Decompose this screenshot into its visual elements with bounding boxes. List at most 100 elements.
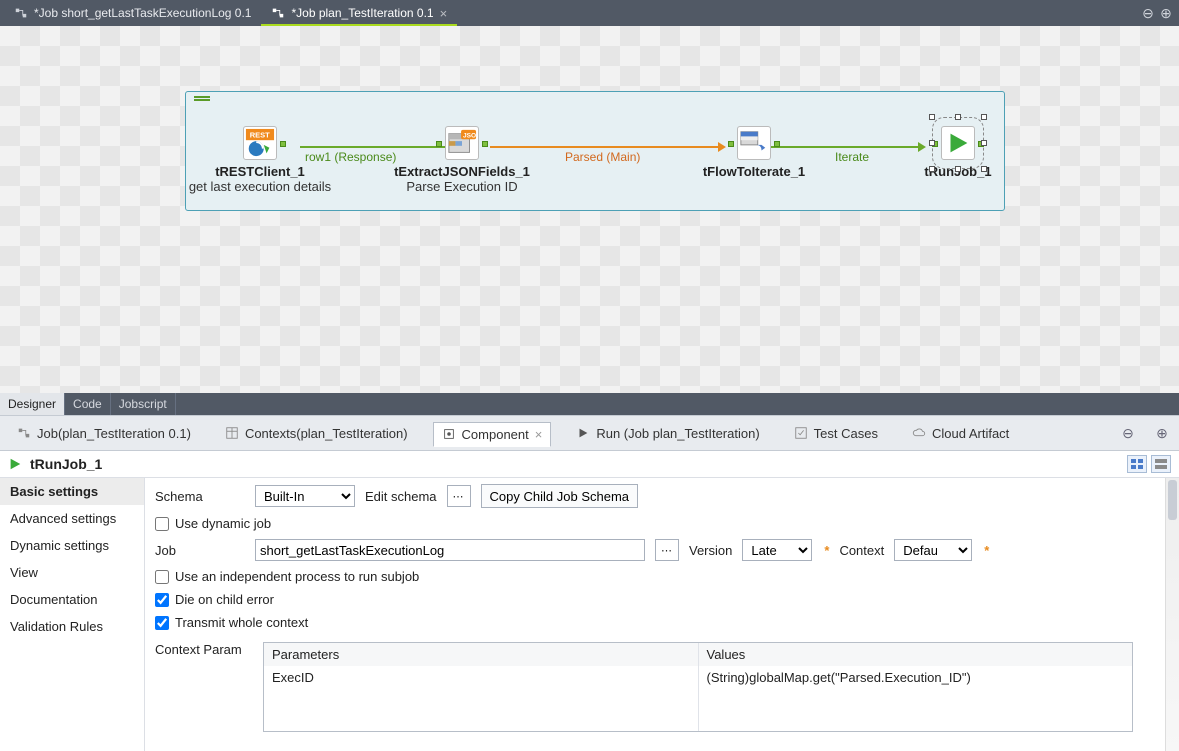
component-title: tFlowToIterate_1	[674, 164, 834, 179]
checkbox-input[interactable]	[155, 616, 169, 630]
nav-documentation[interactable]: Documentation	[0, 586, 144, 613]
close-icon[interactable]: ×	[440, 6, 448, 21]
layout-rows-button[interactable]	[1151, 455, 1171, 473]
component-subtitle: get last execution details	[180, 179, 340, 194]
grid-icon	[1131, 459, 1143, 469]
context-param-table[interactable]: Parameters Values ExecID (String)globalM…	[263, 642, 1133, 732]
required-indicator: *	[982, 543, 989, 558]
svg-text:JSON: JSON	[463, 132, 477, 139]
scrollbar-thumb[interactable]	[1168, 480, 1177, 520]
edit-schema-button[interactable]: ⋯	[447, 485, 471, 507]
table-cell-value[interactable]: (String)globalMap.get("Parsed.Execution_…	[699, 666, 1133, 689]
job-icon	[14, 6, 28, 20]
checkbox-label: Die on child error	[175, 592, 274, 607]
close-icon[interactable]: ×	[535, 427, 543, 442]
view-tab-label: Run (Job plan_TestIteration)	[596, 426, 759, 441]
schema-label: Schema	[155, 489, 245, 504]
minimize-button[interactable]: ⊖	[1119, 420, 1137, 446]
job-input[interactable]	[255, 539, 645, 561]
edit-schema-label: Edit schema	[365, 489, 437, 504]
nav-advanced-settings[interactable]: Advanced settings	[0, 505, 144, 532]
table-cell-param[interactable]: ExecID	[264, 666, 699, 689]
cloud-icon	[912, 426, 926, 440]
transmit-context-checkbox[interactable]: Transmit whole context	[155, 615, 1169, 630]
component-tflowtoiterate[interactable]: tFlowToIterate_1	[674, 126, 834, 179]
view-tab-label: Test Cases	[814, 426, 878, 441]
component-title: tExtractJSONFields_1	[382, 164, 542, 179]
checkbox-input[interactable]	[155, 570, 169, 584]
maximize-button[interactable]: ⊕	[1153, 420, 1171, 446]
context-label: Context	[839, 543, 884, 558]
editor-tabbar: *Job short_getLastTaskExecutionLog 0.1 *…	[0, 0, 1179, 26]
context-param-label: Context Param	[155, 642, 255, 657]
job-icon	[271, 6, 285, 20]
job-browse-button[interactable]: ⋯	[655, 539, 679, 561]
table-header-values: Values	[699, 643, 1133, 666]
tab-jobscript[interactable]: Jobscript	[111, 393, 176, 415]
minimize-button[interactable]: ⊖	[1139, 0, 1157, 26]
editor-tab-active[interactable]: *Job plan_TestIteration 0.1 ×	[261, 0, 457, 26]
link-label-parsed: Parsed (Main)	[565, 150, 640, 164]
play-icon	[576, 426, 590, 440]
nav-dynamic-settings[interactable]: Dynamic settings	[0, 532, 144, 559]
component-title: tRESTClient_1	[180, 164, 340, 179]
checkbox-input[interactable]	[155, 593, 169, 607]
use-dynamic-job-checkbox[interactable]: Use dynamic job	[155, 516, 1169, 531]
nav-view[interactable]: View	[0, 559, 144, 586]
json-extract-icon: JSON	[445, 126, 479, 160]
flow-iterate-icon	[737, 126, 771, 160]
tab-designer[interactable]: Designer	[0, 393, 65, 415]
designer-bottom-tabs: Designer Code Jobscript	[0, 393, 1179, 415]
panel-content: Schema Built-In Edit schema ⋯ Copy Child…	[145, 478, 1179, 751]
view-tab-job[interactable]: Job(plan_TestIteration 0.1)	[8, 421, 200, 446]
context-select[interactable]: Default	[894, 539, 972, 561]
designer-canvas[interactable]: row1 (Response) Parsed (Main) Iterate RE…	[0, 26, 1179, 393]
independent-process-checkbox[interactable]: Use an independent process to run subjob	[155, 569, 1169, 584]
view-tab-label: Job(plan_TestIteration 0.1)	[37, 426, 191, 441]
maximize-button[interactable]: ⊕	[1157, 0, 1175, 26]
link-label-iterate: Iterate	[835, 150, 869, 164]
checkbox-label: Use dynamic job	[175, 516, 271, 531]
checkbox-label: Transmit whole context	[175, 615, 308, 630]
runjob-icon	[8, 457, 22, 471]
die-on-child-checkbox[interactable]: Die on child error	[155, 592, 1169, 607]
checkbox-input[interactable]	[155, 517, 169, 531]
view-tab-contexts[interactable]: Contexts(plan_TestIteration)	[216, 421, 417, 446]
checkbox-label: Use an independent process to run subjob	[175, 569, 419, 584]
editor-tab-inactive[interactable]: *Job short_getLastTaskExecutionLog 0.1	[4, 0, 261, 26]
copy-child-schema-button[interactable]: Copy Child Job Schema	[481, 484, 638, 508]
panel-nav: Basic settings Advanced settings Dynamic…	[0, 478, 145, 751]
views-tabbar: Job(plan_TestIteration 0.1) Contexts(pla…	[0, 415, 1179, 451]
panel-header: tRunJob_1	[0, 451, 1179, 478]
view-tab-label: Cloud Artifact	[932, 426, 1009, 441]
tab-code[interactable]: Code	[65, 393, 111, 415]
view-tab-testcases[interactable]: Test Cases	[785, 421, 887, 446]
table-row[interactable]	[264, 689, 1132, 731]
rest-icon: REST	[243, 126, 277, 160]
component-panel: tRunJob_1 Basic settings Advanced settin…	[0, 451, 1179, 751]
subjob-collapse-handle[interactable]	[194, 96, 210, 103]
table-row[interactable]: ExecID (String)globalMap.get("Parsed.Exe…	[264, 666, 1132, 689]
layout-grid-button[interactable]	[1127, 455, 1147, 473]
view-tab-cloudartifact[interactable]: Cloud Artifact	[903, 421, 1018, 446]
view-tab-run[interactable]: Run (Job plan_TestIteration)	[567, 421, 768, 446]
contexts-icon	[225, 426, 239, 440]
job-label: Job	[155, 543, 245, 558]
required-indicator: *	[822, 543, 829, 558]
rows-icon	[1155, 459, 1167, 469]
component-textractjsonfields[interactable]: JSON tExtractJSONFields_1 Parse Executio…	[382, 126, 542, 194]
nav-basic-settings[interactable]: Basic settings	[0, 478, 144, 505]
component-trestclient[interactable]: REST tRESTClient_1 get last execution de…	[180, 126, 340, 194]
testcases-icon	[794, 426, 808, 440]
view-tab-component[interactable]: Component ×	[433, 422, 552, 447]
nav-validation-rules[interactable]: Validation Rules	[0, 613, 144, 640]
editor-tab-label: *Job short_getLastTaskExecutionLog 0.1	[34, 6, 251, 20]
panel-scrollbar[interactable]	[1165, 478, 1179, 751]
view-tab-label: Contexts(plan_TestIteration)	[245, 426, 408, 441]
schema-select[interactable]: Built-In	[255, 485, 355, 507]
version-select[interactable]: Latest	[742, 539, 812, 561]
svg-text:REST: REST	[250, 130, 270, 139]
table-header-parameters: Parameters	[264, 643, 699, 666]
component-trunjob[interactable]: tRunJob_1	[878, 126, 1038, 179]
job-icon	[17, 426, 31, 440]
